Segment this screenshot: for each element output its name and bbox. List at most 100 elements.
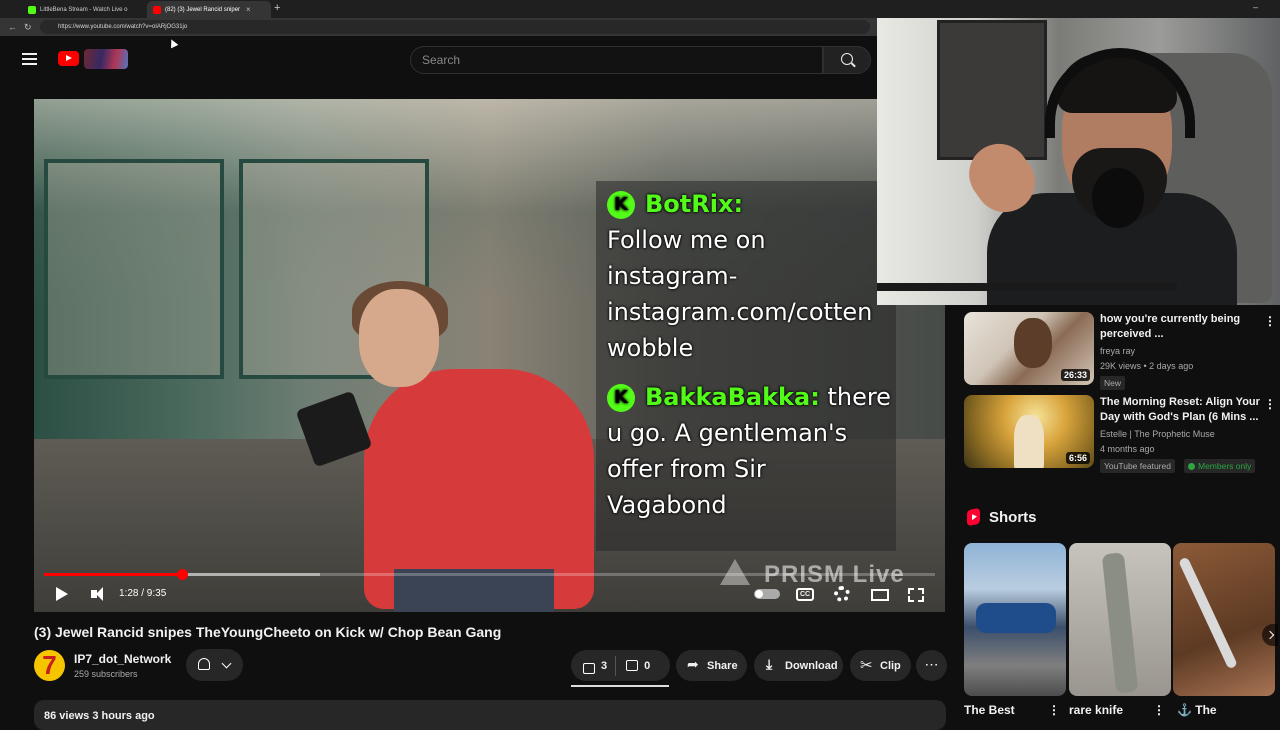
search-button[interactable] xyxy=(823,46,871,74)
prism-logo-icon xyxy=(720,559,750,585)
shorts-heading: Shorts xyxy=(989,509,1037,526)
clip-label: Clip xyxy=(880,659,901,672)
description-box[interactable]: 86 views 3 hours ago xyxy=(34,700,946,730)
autoplay-toggle[interactable] xyxy=(754,589,780,599)
video-duration: 26:33 xyxy=(1060,369,1090,381)
youtube-doodle[interactable] xyxy=(84,49,128,69)
recommendation-thumbnail[interactable]: 6:56 xyxy=(964,395,1094,468)
fullscreen-icon[interactable] xyxy=(908,588,924,602)
featured-badge: YouTube featured xyxy=(1100,459,1175,473)
browser-toolbar: ← ↻ https://www.youtube.com/watch?v=oIAR… xyxy=(0,18,877,36)
chat-text: Follow me on instagram- instagram.com/co… xyxy=(607,226,873,362)
play-button[interactable] xyxy=(52,583,72,605)
recommendation-channel[interactable]: freya ray xyxy=(1100,346,1135,356)
volume-icon[interactable] xyxy=(86,583,108,605)
recommendation-meta: 4 months ago xyxy=(1100,444,1155,454)
kick-icon: K xyxy=(607,384,635,412)
video-player[interactable]: K BotRix: Follow me on instagram- instagr… xyxy=(34,99,945,612)
download-button[interactable]: Download xyxy=(754,650,843,681)
back-icon[interactable]: ← xyxy=(8,22,17,32)
tab-title: LittleBena Stream - Watch Live o xyxy=(40,6,128,13)
new-tab-button[interactable]: + xyxy=(274,2,280,14)
tab-youtube-video[interactable]: (82) (3) Jewel Rancid sniper × xyxy=(147,1,271,18)
title-line: how you're currently being xyxy=(1100,313,1241,325)
more-options-icon[interactable]: ⋮ xyxy=(1153,703,1165,717)
members-icon xyxy=(1188,463,1195,470)
address-bar[interactable]: https://www.youtube.com/watch?v=oIARjOG3… xyxy=(40,20,870,34)
youtube-header: Search xyxy=(0,36,877,84)
chat-username: BotRix: xyxy=(645,190,744,218)
bell-icon xyxy=(198,658,210,670)
title-line: Day with God's Plan (6 Mins ... xyxy=(1100,411,1259,423)
notifications-button[interactable] xyxy=(186,649,243,681)
kick-favicon-icon xyxy=(28,5,36,14)
recommendation-title[interactable]: how you're currently being perceived ... xyxy=(1100,312,1260,342)
settings-gear-icon[interactable] xyxy=(834,586,850,602)
more-actions-button[interactable]: ⋯ xyxy=(916,650,947,681)
shorts-next-arrow-icon[interactable] xyxy=(1262,624,1278,646)
video-duration: 6:56 xyxy=(1065,452,1090,464)
short-thumbnail[interactable] xyxy=(964,543,1066,696)
mic-boom-arm xyxy=(877,283,1177,291)
new-badge: New xyxy=(1100,376,1126,390)
tab-title: (82) (3) Jewel Rancid sniper xyxy=(165,6,241,13)
divider xyxy=(615,655,617,676)
search-input[interactable]: Search xyxy=(410,46,823,74)
tab-littlebena[interactable]: LittleBena Stream - Watch Live o xyxy=(22,1,147,18)
more-options-icon[interactable]: ⋮ xyxy=(1264,397,1276,411)
chevron-down-icon xyxy=(221,658,232,669)
menu-icon[interactable] xyxy=(22,53,37,65)
short-thumbnail[interactable] xyxy=(1069,543,1171,696)
search-placeholder: Search xyxy=(422,53,461,67)
short-title[interactable]: rare knife xyxy=(1069,703,1123,717)
short-thumbnail[interactable] xyxy=(1173,543,1275,696)
reload-icon[interactable]: ↻ xyxy=(24,22,32,33)
download-label: Download xyxy=(785,659,838,672)
members-label: Members only xyxy=(1198,461,1252,471)
short-title[interactable]: ⚓ The xyxy=(1177,703,1217,717)
view-stats: 86 views 3 hours ago xyxy=(44,710,155,722)
more-options-icon[interactable]: ⋮ xyxy=(1048,703,1060,717)
played-bar xyxy=(44,573,183,576)
store-window xyxy=(44,159,224,379)
recommendation-title[interactable]: The Morning Reset: Align Your Day with G… xyxy=(1100,395,1260,425)
microphone xyxy=(1092,168,1144,228)
captions-button[interactable]: CC xyxy=(796,588,814,601)
channel-avatar[interactable]: 7 xyxy=(34,650,65,681)
chat-username: BakkaBakka: xyxy=(645,383,820,411)
like-underline xyxy=(571,685,669,687)
chat-message: K BakkaBakka: there u go. A gentleman's o… xyxy=(607,379,891,523)
recommendation-channel[interactable]: Estelle | The Prophetic Muse xyxy=(1100,429,1215,439)
title-line: perceived ... xyxy=(1100,328,1164,340)
dislike-count: 0 xyxy=(644,659,651,672)
url-text: https://www.youtube.com/watch?v=oIARjOG3… xyxy=(58,24,188,30)
more-options-icon[interactable]: ⋮ xyxy=(1264,314,1276,328)
theater-mode-icon[interactable] xyxy=(871,589,889,601)
youtube-logo-icon[interactable] xyxy=(58,51,79,66)
thumbs-down-icon xyxy=(624,659,639,673)
person-head xyxy=(359,289,439,387)
youtube-favicon-icon xyxy=(153,5,161,14)
close-tab-icon[interactable]: × xyxy=(246,5,251,14)
scissors-icon xyxy=(860,656,874,674)
dislike-button[interactable]: 0 xyxy=(624,659,650,673)
recommendation-meta: 29K views • 2 days ago xyxy=(1100,361,1194,371)
chat-message: K BotRix: Follow me on instagram- instagr… xyxy=(607,186,872,366)
shelf xyxy=(937,20,1047,160)
shorts-logo-icon xyxy=(967,507,980,527)
video-title: (3) Jewel Rancid snipes TheYoungCheeto o… xyxy=(34,624,502,640)
like-count: 3 xyxy=(601,659,608,672)
progress-bar[interactable] xyxy=(44,569,935,580)
share-button[interactable]: Share xyxy=(676,650,747,681)
like-button[interactable]: 3 xyxy=(571,659,608,674)
share-icon xyxy=(687,657,701,673)
minimize-window-icon[interactable]: – xyxy=(1253,2,1258,12)
time-display: 1:28 / 9:35 xyxy=(119,588,167,599)
like-dislike-group: 3 0 xyxy=(571,650,670,681)
short-title[interactable]: The Best xyxy=(964,703,1015,717)
recommendation-thumbnail[interactable]: 26:33 xyxy=(964,312,1094,385)
download-icon xyxy=(765,657,779,673)
clip-button[interactable]: Clip xyxy=(850,650,911,681)
channel-name[interactable]: IP7_dot_Network xyxy=(74,652,171,666)
kick-icon: K xyxy=(607,191,635,219)
